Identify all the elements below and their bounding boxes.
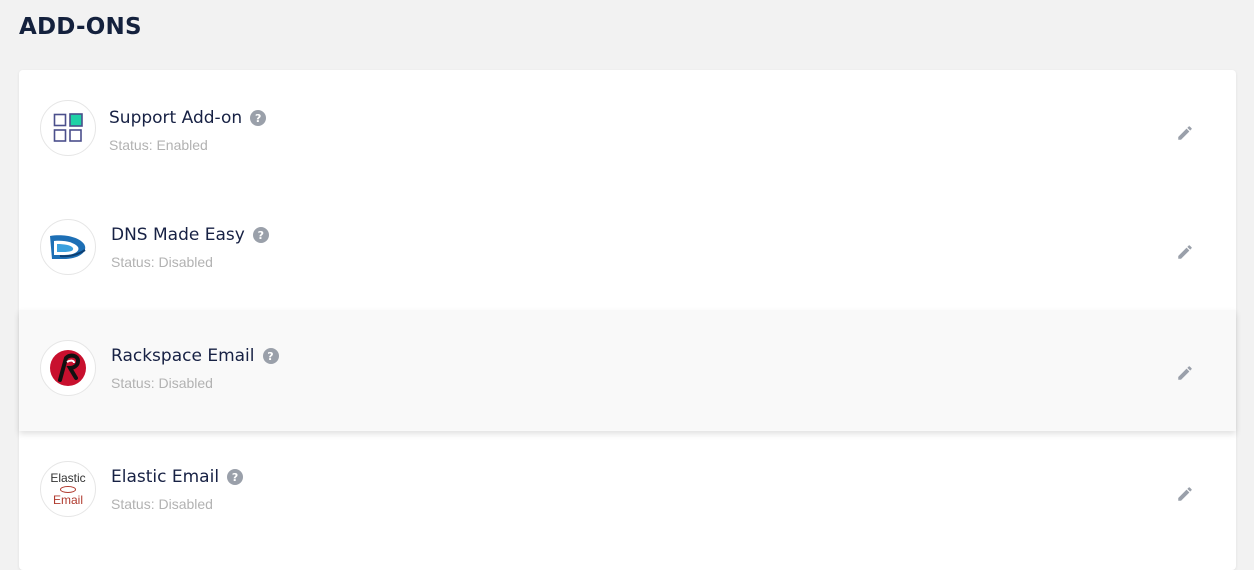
edit-pencil-icon[interactable] — [1176, 124, 1194, 142]
dns-made-easy-logo — [40, 219, 96, 275]
addon-status: Status: Disabled — [111, 375, 213, 391]
addon-status: Status: Enabled — [109, 137, 208, 153]
elastic-logo-text-bottom: Email — [52, 492, 83, 507]
addon-row-rackspace[interactable]: Rackspace Email ? Status: Disabled — [19, 310, 1236, 431]
elastic-email-logo: Elastic Email — [40, 461, 96, 517]
addon-status: Status: Disabled — [111, 254, 213, 270]
edit-pencil-icon[interactable] — [1176, 243, 1194, 261]
elastic-ring-icon — [60, 485, 76, 493]
elastic-logo-text-top: Elastic — [50, 470, 86, 485]
addons-panel: Support Add-on ? Status: Enabled DNS Mad… — [19, 70, 1236, 570]
edit-pencil-icon[interactable] — [1176, 364, 1194, 382]
help-icon[interactable]: ? — [252, 227, 269, 243]
rackspace-logo — [40, 340, 96, 396]
grid-apps-icon — [40, 100, 96, 156]
help-icon[interactable]: ? — [262, 348, 279, 364]
addon-row-dns-made-easy[interactable]: DNS Made Easy ? Status: Disabled — [19, 189, 1236, 310]
addon-row-support[interactable]: Support Add-on ? Status: Enabled — [19, 70, 1236, 191]
addon-name: Support Add-on — [109, 108, 243, 128]
addon-name: Rackspace Email — [111, 346, 255, 366]
addon-name: Elastic Email — [111, 467, 220, 487]
addon-status: Status: Disabled — [111, 496, 213, 512]
help-icon[interactable]: ? — [250, 110, 267, 126]
help-icon[interactable]: ? — [227, 469, 244, 485]
addon-name: DNS Made Easy — [111, 225, 245, 245]
addon-row-elastic-email[interactable]: Elastic Email Elastic Email ? Status: Di… — [19, 431, 1236, 552]
edit-pencil-icon[interactable] — [1176, 485, 1194, 503]
page-title: ADD-ONS — [19, 14, 142, 40]
